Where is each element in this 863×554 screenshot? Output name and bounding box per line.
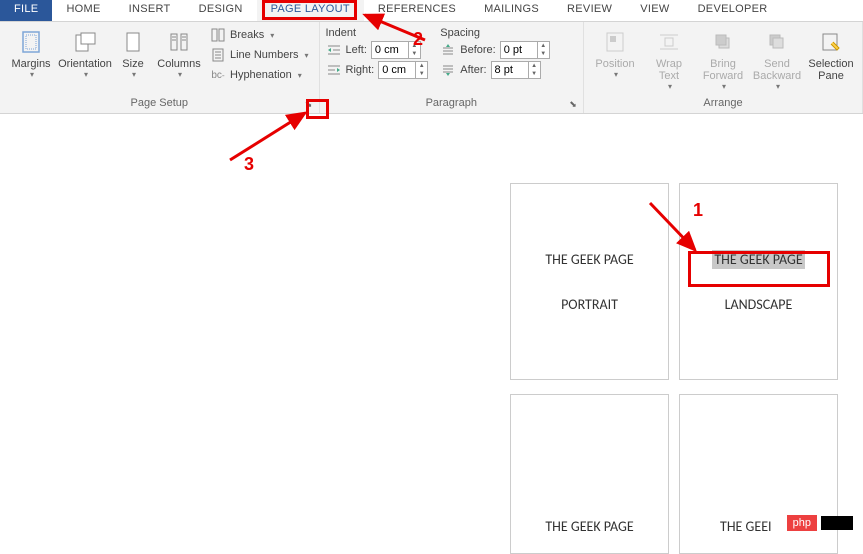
tab-page-layout[interactable]: PAGE LAYOUT — [257, 0, 364, 21]
position-icon — [601, 28, 629, 56]
spacing-after-spinner[interactable]: ▲▼ — [491, 61, 541, 79]
selection-pane-button[interactable]: Selection Pane — [806, 26, 856, 93]
group-page-setup-label: Page Setup — [6, 97, 313, 111]
spacing-after-input[interactable] — [492, 64, 528, 76]
tab-developer[interactable]: DEVELOPER — [684, 0, 782, 21]
doc-page-2-selection[interactable]: THE GEEK PAGE — [712, 250, 804, 269]
spacing-before-label: Before: — [460, 44, 495, 56]
spacing-before-icon — [440, 42, 456, 58]
orientation-button[interactable]: Orientation — [60, 26, 110, 84]
group-paragraph-label: Paragraph — [326, 97, 578, 111]
doc-page-2-sub: LANDSCAPE — [725, 296, 793, 313]
orientation-label: Orientation — [58, 58, 112, 70]
spacing-before-spinner[interactable]: ▲▼ — [500, 41, 550, 59]
tab-review[interactable]: REVIEW — [553, 0, 626, 21]
ribbon-tabs: FILE HOME INSERT DESIGN PAGE LAYOUT REFE… — [0, 0, 863, 22]
send-backward-button[interactable]: Send Backward — [752, 26, 802, 93]
columns-icon — [165, 28, 193, 56]
size-icon — [119, 28, 147, 56]
size-button[interactable]: Size — [114, 26, 152, 84]
bring-forward-button[interactable]: Bring Forward — [698, 26, 748, 93]
group-arrange-label: Arrange — [590, 97, 856, 111]
wrap-text-button[interactable]: Wrap Text — [644, 26, 694, 93]
position-button[interactable]: Position — [590, 26, 640, 93]
doc-page-1[interactable]: THE GEEK PAGE PORTRAIT — [510, 183, 669, 380]
indent-right-icon — [326, 62, 342, 78]
tab-file[interactable]: FILE — [0, 0, 52, 21]
position-label: Position — [595, 58, 634, 70]
tab-view[interactable]: VIEW — [626, 0, 683, 21]
spacing-heading: Spacing — [440, 26, 549, 40]
tab-insert[interactable]: INSERT — [115, 0, 185, 21]
bring-forward-icon — [709, 28, 737, 56]
send-backward-icon — [763, 28, 791, 56]
bring-forward-label: Bring Forward — [700, 58, 746, 82]
anno-num-2: 2 — [413, 29, 423, 50]
wrap-text-label: Wrap Text — [646, 58, 692, 82]
document-area[interactable]: THE GEEK PAGE PORTRAIT THE GEEK PAGE LAN… — [0, 114, 863, 537]
breaks-label: Breaks — [230, 29, 264, 41]
wrap-text-icon — [655, 28, 683, 56]
breaks-button[interactable]: Breaks — [206, 26, 313, 44]
indent-right-input[interactable] — [379, 64, 415, 76]
indent-right-spinner[interactable]: ▲▼ — [378, 61, 428, 79]
selection-pane-icon — [817, 28, 845, 56]
line-numbers-button[interactable]: Line Numbers — [206, 46, 313, 64]
doc-page-3[interactable]: THE GEEK PAGE — [510, 394, 669, 554]
doc-page-1-title: THE GEEK PAGE — [545, 251, 633, 268]
selection-pane-label: Selection Pane — [808, 58, 854, 82]
indent-left-icon — [326, 42, 342, 58]
line-numbers-label: Line Numbers — [230, 49, 298, 61]
watermark: php — [787, 515, 853, 531]
orientation-icon — [71, 28, 99, 56]
indent-left-label: Left: — [346, 44, 367, 56]
group-page-setup: Margins Orientation Size Columns Breaks — [0, 22, 320, 113]
size-label: Size — [122, 58, 143, 70]
hyphenation-label: Hyphenation — [230, 69, 292, 81]
hyphenation-icon: bc- — [210, 67, 226, 83]
group-arrange: Position Wrap Text Bring Forward Send Ba… — [584, 22, 863, 113]
anno-num-3: 3 — [244, 154, 254, 175]
doc-page-3-title: THE GEEK PAGE — [545, 518, 633, 535]
indent-right-label: Right: — [346, 64, 375, 76]
indent-left-input[interactable] — [372, 44, 408, 56]
doc-page-4-title: THE GEEI — [720, 518, 772, 535]
margins-icon — [17, 28, 45, 56]
tab-design[interactable]: DESIGN — [185, 0, 257, 21]
margins-button[interactable]: Margins — [6, 26, 56, 84]
breaks-icon — [210, 27, 226, 43]
hyphenation-button[interactable]: bc- Hyphenation — [206, 66, 313, 84]
line-numbers-icon — [210, 47, 226, 63]
margins-label: Margins — [11, 58, 50, 70]
tab-home[interactable]: HOME — [52, 0, 114, 21]
anno-num-1: 1 — [693, 200, 703, 221]
watermark-label: php — [787, 515, 817, 531]
group-paragraph: Indent Left: ▲▼ Right: ▲▼ Spacing Before… — [320, 22, 585, 113]
doc-page-1-sub: PORTRAIT — [561, 296, 618, 313]
tab-references[interactable]: REFERENCES — [364, 0, 470, 21]
watermark-box — [821, 516, 853, 530]
tab-mailings[interactable]: MAILINGS — [470, 0, 553, 21]
columns-label: Columns — [157, 58, 200, 70]
spacing-after-icon — [440, 62, 456, 78]
doc-page-2-title: THE GEEK PAGE — [712, 251, 804, 268]
columns-button[interactable]: Columns — [156, 26, 202, 84]
spacing-after-label: After: — [460, 64, 486, 76]
ribbon: Margins Orientation Size Columns Breaks — [0, 22, 863, 114]
spacing-before-input[interactable] — [501, 44, 537, 56]
page-setup-launcher[interactable]: ⬊ — [302, 97, 316, 111]
paragraph-launcher[interactable]: ⬊ — [566, 97, 580, 111]
send-backward-label: Send Backward — [753, 58, 801, 82]
